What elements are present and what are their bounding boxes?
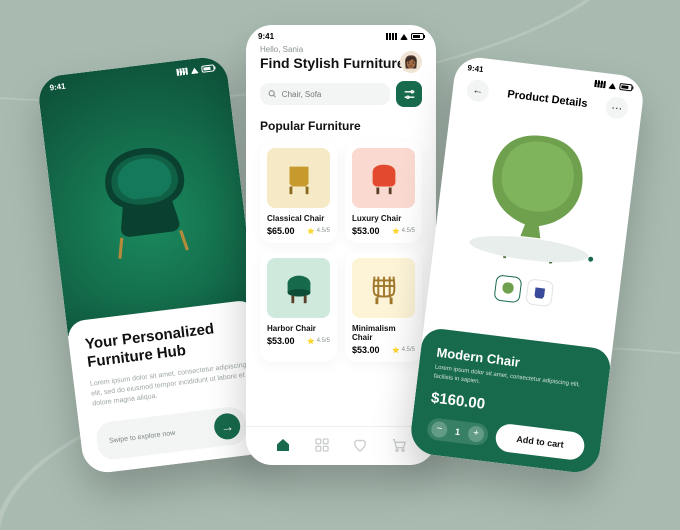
rattan-chair-icon: [365, 269, 403, 307]
product-card[interactable]: Harbor Chair $53.00 ⭐ 4.5/5: [260, 251, 337, 362]
swipe-arrow-icon[interactable]: →: [213, 412, 242, 441]
swipe-label: Swipe to explore now: [109, 425, 207, 444]
product-card[interactable]: Luxury Chair $53.00 ⭐ 4.5/5: [345, 141, 422, 243]
search-input[interactable]: [260, 83, 390, 105]
product-rating: ⭐ 4.5/5: [392, 347, 415, 354]
qty-decrease[interactable]: −: [430, 421, 448, 439]
product-rating: ⭐ 4.5/5: [392, 228, 415, 235]
greeting: Hello, Sania: [260, 45, 422, 54]
product-image: [430, 99, 640, 296]
ottoman-icon: [280, 269, 318, 307]
product-name: Harbor Chair: [267, 324, 330, 333]
search-icon: [268, 89, 277, 99]
product-card[interactable]: Minimalism Chair $53.00 ⭐ 4.5/5: [345, 251, 422, 362]
product-rating: ⭐ 4.5/5: [307, 338, 330, 345]
product-name: Luxury Chair: [352, 214, 415, 223]
tab-favorites[interactable]: [352, 437, 368, 453]
qty-value: 1: [451, 426, 465, 438]
product-price: $65.00: [267, 226, 295, 236]
filter-button[interactable]: [396, 81, 422, 107]
add-to-cart-button[interactable]: Add to cart: [494, 423, 586, 462]
product-price: $53.00: [267, 336, 295, 346]
tab-bar: [246, 426, 436, 465]
status-time: 9:41: [258, 32, 274, 41]
product-rating: ⭐ 4.5/5: [307, 228, 330, 235]
product-name: Minimalism Chair: [352, 324, 415, 342]
tab-home[interactable]: [275, 437, 291, 453]
chair-icon: [280, 159, 318, 197]
armchair-illustration: [77, 129, 217, 273]
tab-categories[interactable]: [314, 437, 330, 453]
tab-cart[interactable]: [391, 437, 407, 453]
swipe-cta[interactable]: Swipe to explore now →: [95, 405, 249, 461]
sliders-icon: [403, 88, 416, 101]
product-name: Classical Chair: [267, 214, 330, 223]
home-screen: 9:41 Hello, Sania Find Stylish Furniture…: [246, 25, 436, 465]
chair-icon: [365, 159, 403, 197]
detail-card: Modern Chair Lorem ipsum dolor sit amet,…: [408, 327, 612, 475]
headline: Find Stylish Furniture: [260, 55, 422, 71]
back-button[interactable]: ←: [466, 78, 491, 103]
product-price: $53.00: [352, 345, 380, 355]
product-card[interactable]: Classical Chair $65.00 ⭐ 4.5/5: [260, 141, 337, 243]
status-bar: 9:41: [246, 25, 436, 43]
section-title: Popular Furniture: [260, 119, 422, 133]
qty-increase[interactable]: +: [467, 425, 485, 443]
more-button[interactable]: ⋯: [605, 96, 630, 121]
quantity-stepper: − 1 +: [426, 417, 489, 446]
hero-image: 9:41: [36, 55, 256, 336]
status-time: 9:41: [49, 82, 66, 93]
status-bar: 9:41: [36, 55, 227, 96]
detail-screen: 9:41 ← Product Details ⋯ Modern Chair Lo…: [408, 55, 645, 475]
onboarding-screen: 9:41 Your Personalized Furniture Hub Lor…: [36, 55, 273, 475]
status-time: 9:41: [467, 63, 484, 74]
product-price: $53.00: [352, 226, 380, 236]
avatar[interactable]: 👩🏾: [400, 51, 422, 73]
hero-card: Your Personalized Furniture Hub Lorem ip…: [66, 299, 273, 475]
